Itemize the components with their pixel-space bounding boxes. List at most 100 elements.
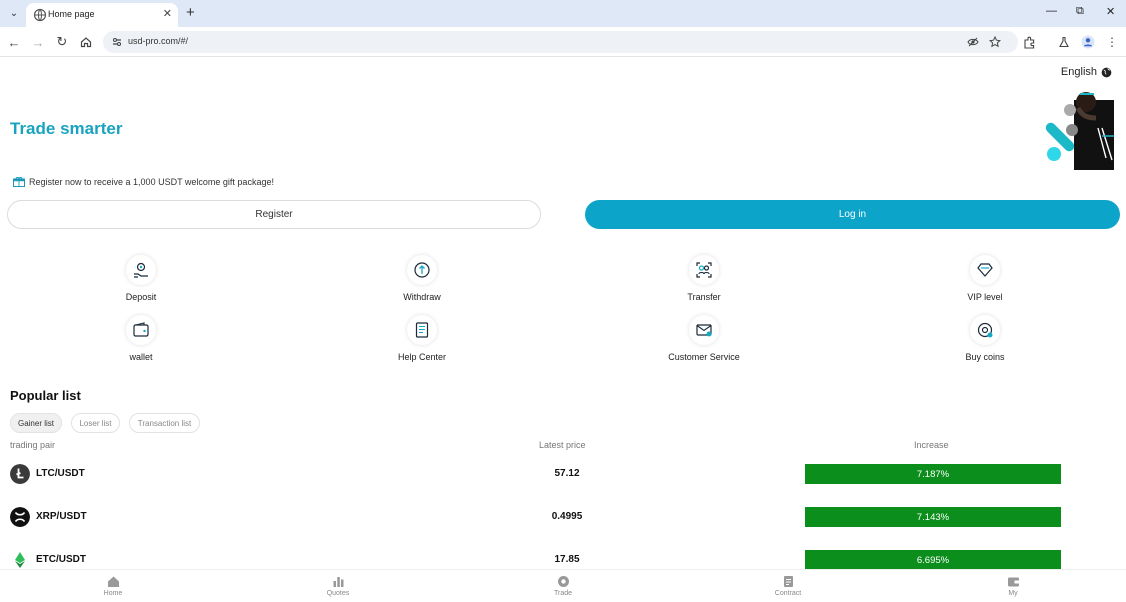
bottom-navigation: Home Quotes Trade Contract My xyxy=(0,569,1126,602)
home-icon xyxy=(107,576,119,587)
diamond-icon-wrap xyxy=(970,255,1000,285)
increase-badge: 6.695% xyxy=(805,550,1061,570)
column-header-trading-pair: trading pair xyxy=(10,440,56,450)
nav-home[interactable]: Home xyxy=(83,575,143,597)
nav-label: Contract xyxy=(774,590,802,597)
book-icon-wrap xyxy=(407,315,437,345)
ethereum-classic-icon xyxy=(10,550,30,570)
login-button[interactable]: Log in xyxy=(585,200,1120,229)
promo-text: Register now to receive a 1,000 USDT wel… xyxy=(29,176,274,187)
wallet-icon xyxy=(133,322,149,337)
action-label: Transfer xyxy=(687,292,721,302)
nav-quotes[interactable]: Quotes xyxy=(308,575,368,597)
trading-pair: ETC/USDT xyxy=(36,554,86,565)
deposit-icon xyxy=(134,262,148,278)
address-bar[interactable]: usd-pro.com/#/ xyxy=(103,31,1018,53)
mail-icon-wrap xyxy=(689,315,719,345)
contract-icon xyxy=(783,576,793,587)
action-help-center[interactable]: Help Center xyxy=(352,315,492,362)
back-arrow-icon[interactable]: ← xyxy=(6,34,22,50)
transfer-icon-wrap xyxy=(689,255,719,285)
book-icon xyxy=(415,322,429,338)
trading-pair: XRP/USDT xyxy=(36,511,87,522)
action-wallet[interactable]: wallet xyxy=(71,315,211,362)
language-label: English xyxy=(1060,66,1097,78)
popular-list-title: Popular list xyxy=(10,388,81,403)
browser-tab[interactable]: Home page ✕ xyxy=(26,3,178,27)
table-row[interactable]: LTC/USDT 57.12 7.187% xyxy=(0,462,1126,486)
window-close-icon[interactable]: ✕ xyxy=(1106,5,1115,18)
tab-list-chevron-icon[interactable]: ⌄ xyxy=(6,5,22,21)
globe-icon xyxy=(1101,67,1112,77)
action-label: Withdraw xyxy=(403,292,441,302)
nav-label: Trade xyxy=(553,590,573,597)
latest-price: 17.85 xyxy=(554,554,580,565)
tab-transaction-list[interactable]: Transaction list xyxy=(129,413,200,433)
action-vip-level[interactable]: VIP level xyxy=(915,255,1055,302)
hero-title: Trade smarter xyxy=(10,119,123,138)
home-icon[interactable] xyxy=(78,34,94,50)
coin-icon-wrap xyxy=(970,315,1000,345)
latest-price: 0.4995 xyxy=(551,511,583,522)
restore-icon[interactable]: ⧉ xyxy=(1076,5,1084,18)
trade-icon xyxy=(557,576,569,587)
language-selector[interactable]: English xyxy=(1061,66,1112,78)
url-text: usd-pro.com/#/ xyxy=(128,36,189,46)
action-label: Customer Service xyxy=(668,352,740,362)
nav-label: Quotes xyxy=(326,590,350,597)
gift-icon xyxy=(13,177,25,187)
deposit-icon-wrap xyxy=(126,255,156,285)
minimize-icon[interactable]: — xyxy=(1046,5,1057,17)
browser-toolbar: ← → ↻ usd-pro.com/#/ ⋮ xyxy=(0,27,1126,57)
action-label: Deposit xyxy=(125,292,157,302)
xrp-icon xyxy=(10,507,30,527)
tab-gainer-list[interactable]: Gainer list xyxy=(10,413,62,433)
column-header-latest-price: Latest price xyxy=(539,440,586,450)
bar-chart-icon xyxy=(333,577,343,587)
latest-price: 57.12 xyxy=(554,468,580,479)
action-label: VIP level xyxy=(967,292,1003,302)
profile-avatar-icon[interactable] xyxy=(1080,34,1096,50)
labs-flask-icon[interactable] xyxy=(1056,34,1072,50)
litecoin-icon xyxy=(10,464,30,484)
table-row[interactable]: XRP/USDT 0.4995 7.143% xyxy=(0,505,1126,529)
action-withdraw[interactable]: Withdraw xyxy=(352,255,492,302)
wallet-icon xyxy=(1007,577,1019,587)
nav-contract[interactable]: Contract xyxy=(758,575,818,597)
register-button[interactable]: Register xyxy=(7,200,541,229)
action-customer-service[interactable]: Customer Service xyxy=(634,315,774,362)
nav-trade[interactable]: Trade xyxy=(533,575,593,597)
mail-icon xyxy=(696,324,712,337)
tab-loser-list[interactable]: Loser list xyxy=(71,413,120,433)
nav-label: Home xyxy=(103,590,123,597)
hero-illustration xyxy=(1045,92,1114,170)
eye-off-icon[interactable] xyxy=(967,36,979,48)
kebab-menu-icon[interactable]: ⋮ xyxy=(1104,34,1120,50)
extensions-puzzle-icon[interactable] xyxy=(1021,34,1037,50)
action-buy-coins[interactable]: Buy coins xyxy=(915,315,1055,362)
action-deposit[interactable]: Deposit xyxy=(71,255,211,302)
increase-badge: 7.187% xyxy=(805,464,1061,484)
action-transfer[interactable]: Transfer xyxy=(634,255,774,302)
nav-label: My xyxy=(1008,590,1018,597)
coin-icon xyxy=(977,322,993,338)
diamond-icon xyxy=(977,263,993,277)
promo-banner[interactable]: Register now to receive a 1,000 USDT wel… xyxy=(13,176,274,187)
withdraw-icon xyxy=(414,262,430,278)
forward-arrow-icon[interactable]: → xyxy=(30,34,46,50)
bookmark-star-icon[interactable] xyxy=(989,36,1001,48)
action-label: Help Center xyxy=(397,352,447,362)
trading-pair: LTC/USDT xyxy=(36,468,85,479)
tab-title: Home page xyxy=(48,9,95,19)
withdraw-icon-wrap xyxy=(407,255,437,285)
transfer-icon xyxy=(696,262,712,278)
wallet-icon-wrap xyxy=(126,315,156,345)
site-settings-icon[interactable] xyxy=(111,36,123,48)
reload-icon[interactable]: ↻ xyxy=(54,34,70,50)
nav-my[interactable]: My xyxy=(983,575,1043,597)
globe-icon xyxy=(33,8,47,22)
action-label: Buy coins xyxy=(965,352,1005,362)
tab-close-icon[interactable]: ✕ xyxy=(163,7,172,20)
increase-badge: 7.143% xyxy=(805,507,1061,527)
new-tab-plus-icon[interactable]: + xyxy=(186,4,195,21)
